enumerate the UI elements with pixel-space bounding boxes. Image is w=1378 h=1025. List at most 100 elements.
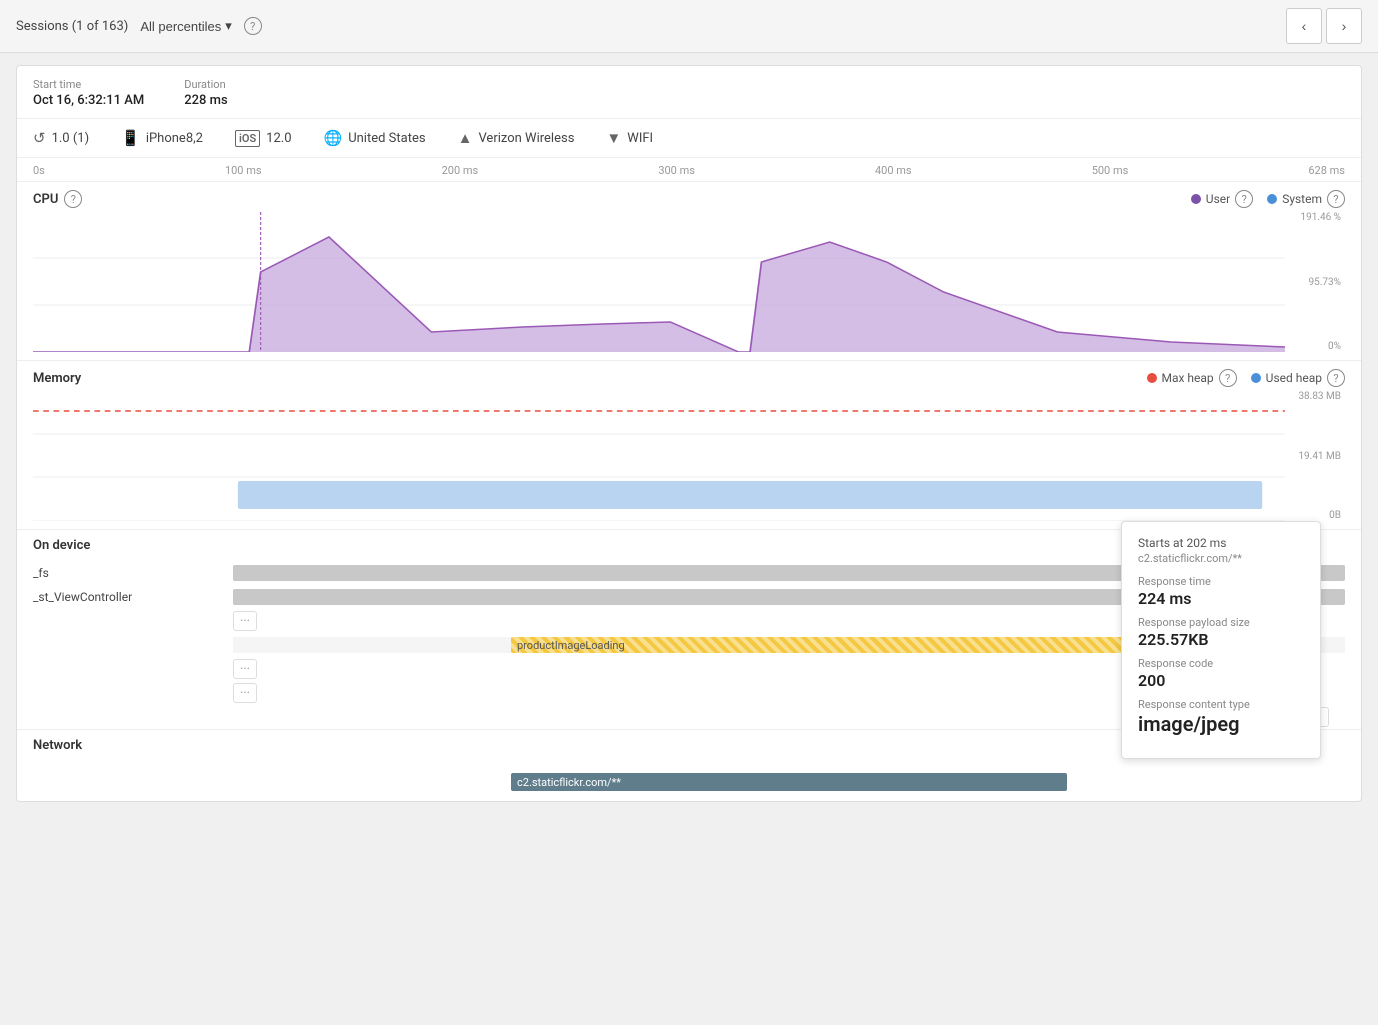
wifi-icon: ▼ xyxy=(606,129,621,147)
sessions-label: Sessions (1 of 163) xyxy=(16,19,128,34)
payload-size-row: Response payload size 225.57KB xyxy=(1138,616,1304,649)
memory-section: Memory Max heap ? Used heap ? xyxy=(17,361,1361,530)
payload-size-value: 225.57KB xyxy=(1138,630,1304,649)
country-value: United States xyxy=(348,131,425,146)
percentiles-label: All percentiles xyxy=(140,19,221,34)
payload-size-label: Response payload size xyxy=(1138,616,1304,629)
cpu-legend: User ? System ? xyxy=(1191,190,1345,208)
memory-chart-svg xyxy=(33,391,1285,521)
used-heap-help-icon[interactable]: ? xyxy=(1327,369,1345,387)
session-header: Start time Oct 16, 6:32:11 AM Duration 2… xyxy=(17,66,1361,119)
response-time-label: Response time xyxy=(1138,575,1304,588)
os-item: iOS 12.0 xyxy=(235,130,292,147)
trace-expand-2[interactable]: ··· xyxy=(233,659,257,679)
response-time-value: 224 ms xyxy=(1138,589,1304,608)
cpu-y-labels: 191.46 % 95.73% 0% xyxy=(1285,212,1345,352)
response-code-row: Response code 200 xyxy=(1138,657,1304,690)
os-value: 12.0 xyxy=(266,131,291,146)
st-viewcontroller-label: _st_ViewController xyxy=(33,590,233,604)
top-bar: Sessions (1 of 163) All percentiles ▾ ? … xyxy=(0,0,1378,53)
cpu-system-dot xyxy=(1267,194,1277,204)
max-heap-legend: Max heap ? xyxy=(1147,369,1237,387)
chevron-down-icon: ▾ xyxy=(225,18,232,34)
ruler-300: 300 ms xyxy=(658,164,695,177)
cpu-y-bottom: 0% xyxy=(1289,341,1341,352)
cpu-chart-area: 191.46 % 95.73% 0% xyxy=(33,212,1345,352)
percentiles-dropdown[interactable]: All percentiles ▾ xyxy=(140,18,231,34)
content-type-row: Response content type image/jpeg xyxy=(1138,698,1304,736)
signal-icon: ▲ xyxy=(458,129,473,147)
response-code-label: Response code xyxy=(1138,657,1304,670)
content-type-label: Response content type xyxy=(1138,698,1304,711)
used-heap-legend: Used heap ? xyxy=(1251,369,1345,387)
network-item: ▼ WIFI xyxy=(606,129,653,147)
network-value: WIFI xyxy=(627,131,653,146)
memory-chart-area: 38.83 MB 19.41 MB 0B xyxy=(33,391,1345,521)
trace-expand-1[interactable]: ··· xyxy=(233,611,257,631)
ruler-400: 400 ms xyxy=(875,164,912,177)
trace-expand-3[interactable]: ··· xyxy=(233,683,257,703)
network-row: c2.staticflickr.com/** xyxy=(17,761,1361,785)
tooltip-starts-at: Starts at 202 ms xyxy=(1138,536,1304,550)
cpu-system-label: System xyxy=(1282,192,1322,206)
cpu-user-label: User xyxy=(1206,192,1230,206)
ruler-labels: 0s 100 ms 200 ms 300 ms 400 ms 500 ms 62… xyxy=(33,164,1345,181)
country-item: 🌐 United States xyxy=(324,129,426,147)
cpu-title: CPU xyxy=(33,192,58,207)
start-time-value: Oct 16, 6:32:11 AM xyxy=(33,93,144,108)
cpu-header: CPU ? User ? System ? xyxy=(17,182,1361,212)
cpu-y-top: 191.46 % xyxy=(1289,212,1341,223)
network-request-bar: c2.staticflickr.com/** xyxy=(511,773,1067,791)
ios-icon: iOS xyxy=(235,130,260,147)
memory-y-labels: 38.83 MB 19.41 MB 0B xyxy=(1285,391,1345,521)
version-icon: ↺ xyxy=(33,129,46,147)
phone-icon: 📱 xyxy=(121,129,140,147)
cpu-user-help-icon[interactable]: ? xyxy=(1235,190,1253,208)
cpu-system-legend: System ? xyxy=(1267,190,1345,208)
memory-y-top: 38.83 MB xyxy=(1289,391,1341,402)
memory-header: Memory Max heap ? Used heap ? xyxy=(17,361,1361,391)
fs-label: _fs xyxy=(33,566,233,580)
network-bar-label: c2.staticflickr.com/** xyxy=(517,776,621,789)
duration-item: Duration 228 ms xyxy=(184,78,227,108)
timeline-ruler: 0s 100 ms 200 ms 300 ms 400 ms 500 ms 62… xyxy=(17,158,1361,182)
memory-y-mid: 19.41 MB xyxy=(1289,451,1341,462)
carrier-item: ▲ Verizon Wireless xyxy=(458,129,575,147)
model-item: 📱 iPhone8,2 xyxy=(121,129,203,147)
ruler-500: 500 ms xyxy=(1092,164,1129,177)
tooltip-popup: Starts at 202 ms c2.staticflickr.com/** … xyxy=(1121,521,1321,759)
start-time-item: Start time Oct 16, 6:32:11 AM xyxy=(33,78,144,108)
next-session-button[interactable]: › xyxy=(1326,8,1362,44)
main-card: Start time Oct 16, 6:32:11 AM Duration 2… xyxy=(16,65,1362,802)
version-item: ↺ 1.0 (1) xyxy=(33,129,89,147)
memory-y-bottom: 0B xyxy=(1289,510,1341,521)
cpu-chart-svg xyxy=(33,212,1285,352)
max-heap-label: Max heap xyxy=(1162,371,1214,385)
tooltip-url: c2.staticflickr.com/** xyxy=(1138,552,1304,565)
device-row: ↺ 1.0 (1) 📱 iPhone8,2 iOS 12.0 🌐 United … xyxy=(17,119,1361,158)
start-time-label: Start time xyxy=(33,78,144,91)
ruler-628: 628 ms xyxy=(1308,164,1345,177)
help-icon[interactable]: ? xyxy=(244,17,262,35)
prev-session-button[interactable]: ‹ xyxy=(1286,8,1322,44)
carrier-value: Verizon Wireless xyxy=(478,131,574,146)
response-code-value: 200 xyxy=(1138,671,1304,690)
used-heap-label: Used heap xyxy=(1266,371,1322,385)
memory-title: Memory xyxy=(33,371,81,386)
ruler-200: 200 ms xyxy=(442,164,479,177)
top-bar-left: Sessions (1 of 163) All percentiles ▾ ? xyxy=(16,17,262,35)
top-bar-nav: ‹ › xyxy=(1286,8,1362,44)
cpu-section: CPU ? User ? System ? xyxy=(17,182,1361,361)
ellipsis-container-1: ··· xyxy=(233,611,257,631)
used-heap-bar xyxy=(238,481,1262,509)
content-type-value: image/jpeg xyxy=(1138,712,1304,736)
duration-value: 228 ms xyxy=(184,93,227,108)
model-value: iPhone8,2 xyxy=(146,131,203,146)
used-heap-dot xyxy=(1251,373,1261,383)
max-heap-help-icon[interactable]: ? xyxy=(1219,369,1237,387)
cpu-help-icon[interactable]: ? xyxy=(64,190,82,208)
cpu-y-mid: 95.73% xyxy=(1289,277,1341,288)
cpu-system-help-icon[interactable]: ? xyxy=(1327,190,1345,208)
ruler-0: 0s xyxy=(33,164,45,177)
cpu-user-dot xyxy=(1191,194,1201,204)
